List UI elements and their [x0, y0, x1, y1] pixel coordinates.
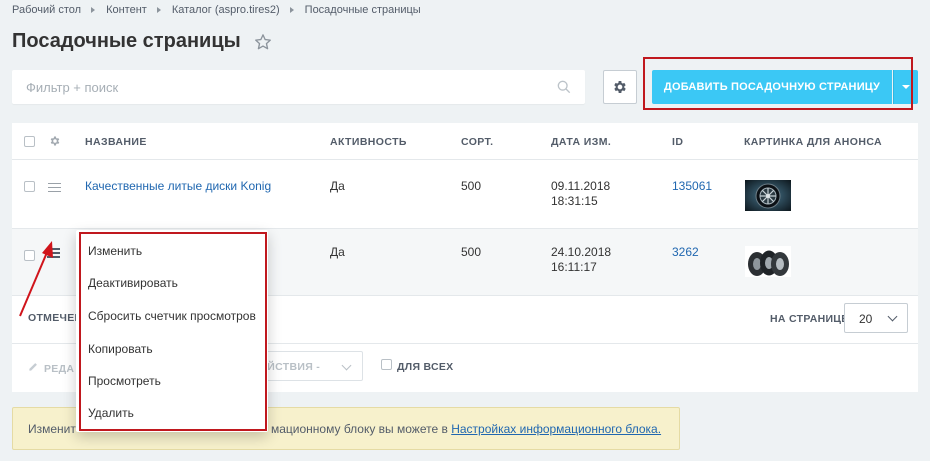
row-sort: 500 [461, 179, 482, 193]
star-icon[interactable] [254, 33, 272, 51]
menu-item-edit[interactable]: Изменить [88, 244, 142, 258]
search-input[interactable] [12, 70, 552, 104]
chevron-down-icon [341, 360, 352, 371]
for-all-label: ДЛЯ ВСЕХ [397, 361, 454, 373]
notice-text: мационному блоку вы можете в Настройках … [271, 422, 661, 436]
chevron-right-icon [91, 7, 96, 13]
gear-icon [614, 81, 626, 93]
for-all-checkbox[interactable] [381, 359, 392, 370]
notice-text-start: Изменит [28, 422, 76, 436]
menu-item-view[interactable]: Просмотреть [88, 374, 161, 388]
row-checkbox[interactable] [24, 181, 35, 192]
per-page-label: НА СТРАНИЦЕ: [770, 313, 853, 325]
row-name-link[interactable]: Качественные литые диски Konig [85, 179, 271, 194]
table-header: НАЗВАНИЕ АКТИВНОСТЬ СОРТ. ДАТА ИЗМ. ID К… [12, 123, 918, 160]
menu-item-copy[interactable]: Копировать [88, 342, 153, 356]
chevron-right-icon [156, 7, 161, 13]
row-time: 18:31:15 [551, 194, 598, 208]
menu-item-reset-views[interactable]: Сбросить счетчик просмотров [88, 309, 256, 323]
row-sort: 500 [461, 245, 482, 259]
row-id-link[interactable]: 3262 [672, 245, 699, 260]
row-id-link[interactable]: 135061 [672, 179, 712, 194]
row-active: Да [330, 245, 345, 259]
breadcrumb: Рабочий стол Контент Каталог (aspro.tire… [12, 3, 421, 17]
page-title: Посадочные страницы [12, 30, 241, 52]
edit-action-button[interactable]: РЕДА [44, 363, 74, 375]
menu-item-deactivate[interactable]: Деактивировать [88, 276, 178, 290]
table-row[interactable]: Качественные литые диски Konig Да 500 09… [12, 160, 918, 229]
column-header-id[interactable]: ID [672, 136, 683, 148]
column-settings-gear-icon[interactable] [49, 135, 61, 147]
add-landing-page-button[interactable]: ДОБАВИТЬ ПОСАДОЧНУЮ СТРАНИЦУ [652, 70, 892, 104]
pencil-icon [29, 363, 37, 371]
chevron-right-icon [289, 7, 294, 13]
column-header-preview-image[interactable]: КАРТИНКА ДЛЯ АНОНСА [744, 136, 882, 148]
breadcrumb-item-current[interactable]: Посадочные страницы [305, 4, 421, 16]
column-header-date[interactable]: ДАТА ИЗМ. [551, 136, 611, 148]
search-icon[interactable] [557, 80, 571, 94]
breadcrumb-item-content[interactable]: Контент [106, 4, 147, 16]
select-all-checkbox[interactable] [24, 136, 35, 147]
alloy-wheel-thumbnail[interactable] [745, 180, 791, 211]
breadcrumb-item-catalog[interactable]: Каталог (aspro.tires2) [172, 4, 280, 16]
per-page-value: 20 [859, 312, 873, 326]
chevron-down-icon [887, 311, 898, 322]
notice-text-end: мационному блоку вы можете в [271, 422, 448, 436]
filter-search-box [12, 70, 585, 104]
row-time: 16:11:17 [551, 260, 597, 274]
breadcrumb-item-desktop[interactable]: Рабочий стол [12, 4, 81, 16]
per-page-select[interactable]: 20 [844, 303, 908, 333]
row-active: Да [330, 179, 345, 193]
settings-button[interactable] [603, 70, 637, 104]
row-date: 09.11.2018 [551, 179, 611, 193]
add-button-dropdown[interactable] [893, 70, 918, 104]
column-header-name[interactable]: НАЗВАНИЕ [85, 136, 147, 148]
row-date: 24.10.2018 [551, 245, 612, 259]
annotation-arrow-icon [19, 241, 53, 317]
iblock-settings-link[interactable]: Настройках информационного блока. [451, 422, 661, 436]
tires-thumbnail[interactable] [745, 246, 791, 277]
row-context-menu: Изменить Деактивировать Сбросить счетчик… [76, 230, 268, 432]
column-header-active[interactable]: АКТИВНОСТЬ [330, 136, 407, 148]
row-menu-icon[interactable] [48, 183, 61, 192]
actions-select-label: ЕЙСТВИЯ - [260, 361, 321, 373]
column-header-sort[interactable]: СОРТ. [461, 136, 494, 148]
menu-item-delete[interactable]: Удалить [88, 406, 134, 420]
